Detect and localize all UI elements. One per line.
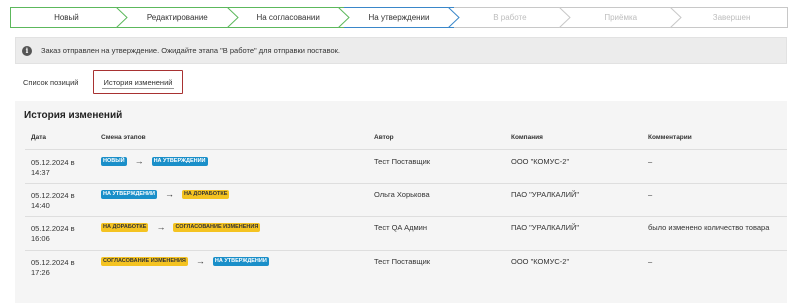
row-stage-change: НА УТВЕРЖДЕНИИ → НА ДОРАБОТКЕ	[101, 189, 230, 199]
tabs: Список позиций История изменений	[15, 70, 184, 94]
row-comment: –	[648, 257, 653, 266]
stage-step-acceptance: Приёмка	[565, 7, 682, 28]
row-date: 05.12.2024 в 14:40	[31, 191, 91, 210]
row-company: ООО "КОМУС-2"	[511, 257, 570, 266]
stage-step-label: Новый	[54, 13, 79, 22]
arrow-right-icon: →	[164, 189, 174, 199]
chevron-right-icon	[226, 7, 239, 28]
column-header-date: Дата	[31, 134, 47, 141]
chevron-right-icon	[337, 7, 350, 28]
row-date-time: 14:40	[31, 200, 50, 210]
stage-to-badge: НА УТВЕРЖДЕНИИ	[212, 257, 269, 266]
order-stage-stepper: Новый Редактирование На согласовании На …	[10, 7, 789, 28]
stage-from-badge: СОГЛАСОВАНИЕ ИЗМЕНЕНИЯ	[101, 257, 188, 266]
row-divider	[25, 216, 787, 217]
row-date-time: 17:26	[31, 267, 50, 277]
row-comment: было изменено количество товара	[648, 223, 770, 232]
stage-step-completed: Завершен	[676, 7, 789, 28]
chevron-right-icon	[670, 7, 682, 28]
row-date: 05.12.2024 в 16:06	[31, 224, 91, 243]
stage-step-confirmation: На утверждении	[343, 7, 461, 28]
row-date: 05.12.2024 в 17:26	[31, 258, 91, 277]
column-header-company: Компания	[511, 134, 543, 141]
stage-to-badge: НА ДОРАБОТКЕ	[181, 190, 230, 199]
stage-step-new: Новый	[10, 7, 128, 28]
stage-from-badge: НА ДОРАБОТКЕ	[101, 223, 149, 232]
row-stage-change: НА ДОРАБОТКЕ → СОГЛАСОВАНИЕ ИЗМЕНЕНИЯ	[101, 222, 261, 232]
notice-text: Заказ отправлен на утверждение. Ожидайте…	[41, 46, 341, 55]
stage-step-label: На согласовании	[256, 13, 320, 22]
row-date-day: 05.12.2024 в	[31, 158, 75, 167]
row-date-day: 05.12.2024 в	[31, 191, 75, 200]
row-date-day: 05.12.2024 в	[31, 258, 75, 267]
arrow-right-icon: →	[134, 156, 144, 166]
stage-step-label: Завершен	[712, 13, 751, 22]
row-company: ПАО "УРАЛКАЛИЙ"	[511, 190, 580, 199]
stage-step-label: На утверждении	[368, 13, 430, 22]
tab-change-history[interactable]: История изменений	[92, 70, 184, 94]
info-icon: i	[22, 45, 32, 56]
chevron-right-icon	[448, 7, 461, 28]
stage-step-label: В работе	[493, 13, 527, 22]
row-divider	[25, 149, 787, 150]
row-author: Ольга Хорькова	[374, 190, 430, 199]
stage-step-approval: На согласовании	[232, 7, 350, 28]
stage-step-label: Редактирование	[146, 13, 208, 22]
chevron-right-icon	[115, 7, 128, 28]
row-date-day: 05.12.2024 в	[31, 224, 75, 233]
row-stage-change: НОВЫЙ → НА УТВЕРЖДЕНИИ	[101, 157, 208, 166]
stage-to-badge: НА УТВЕРЖДЕНИИ	[151, 157, 208, 166]
row-comment: –	[648, 190, 653, 199]
chevron-right-icon	[559, 7, 572, 28]
history-title: История изменений	[24, 110, 123, 121]
row-company: ООО "КОМУС-2"	[511, 157, 570, 166]
row-date: 05.12.2024 в 14:37	[31, 158, 91, 177]
history-table-header: Дата Смена этапов Автор Компания Коммент…	[15, 134, 787, 148]
row-author: Тест QA Админ	[374, 223, 427, 232]
row-stage-change: СОГЛАСОВАНИЕ ИЗМЕНЕНИЯ → НА УТВЕРЖДЕНИИ	[101, 257, 269, 266]
column-header-stage: Смена этапов	[101, 134, 146, 141]
stage-step-editing: Редактирование	[121, 7, 239, 28]
stage-to-badge: СОГЛАСОВАНИЕ ИЗМЕНЕНИЯ	[173, 223, 261, 232]
row-company: ПАО "УРАЛКАЛИЙ"	[511, 223, 580, 232]
history-panel: История изменений Дата Смена этапов Авто…	[15, 101, 787, 303]
row-author: Тест Поставщик	[374, 157, 431, 166]
row-divider	[25, 250, 787, 251]
arrow-right-icon: →	[195, 256, 205, 266]
row-date-time: 14:37	[31, 167, 50, 177]
stage-step-label: Приёмка	[604, 13, 638, 22]
row-divider	[25, 183, 787, 184]
stage-from-badge: НА УТВЕРЖДЕНИИ	[101, 190, 157, 199]
row-date-time: 16:06	[31, 233, 50, 243]
arrow-right-icon: →	[156, 222, 166, 232]
column-header-comment: Комментарии	[648, 134, 692, 141]
stage-step-in-progress: В работе	[454, 7, 572, 28]
column-header-author: Автор	[374, 134, 394, 141]
tab-positions-list[interactable]: Список позиций	[15, 70, 87, 94]
row-comment: –	[648, 157, 653, 166]
row-author: Тест Поставщик	[374, 257, 431, 266]
stage-from-badge: НОВЫЙ	[101, 157, 127, 166]
status-notice: i Заказ отправлен на утверждение. Ожидай…	[15, 37, 787, 64]
